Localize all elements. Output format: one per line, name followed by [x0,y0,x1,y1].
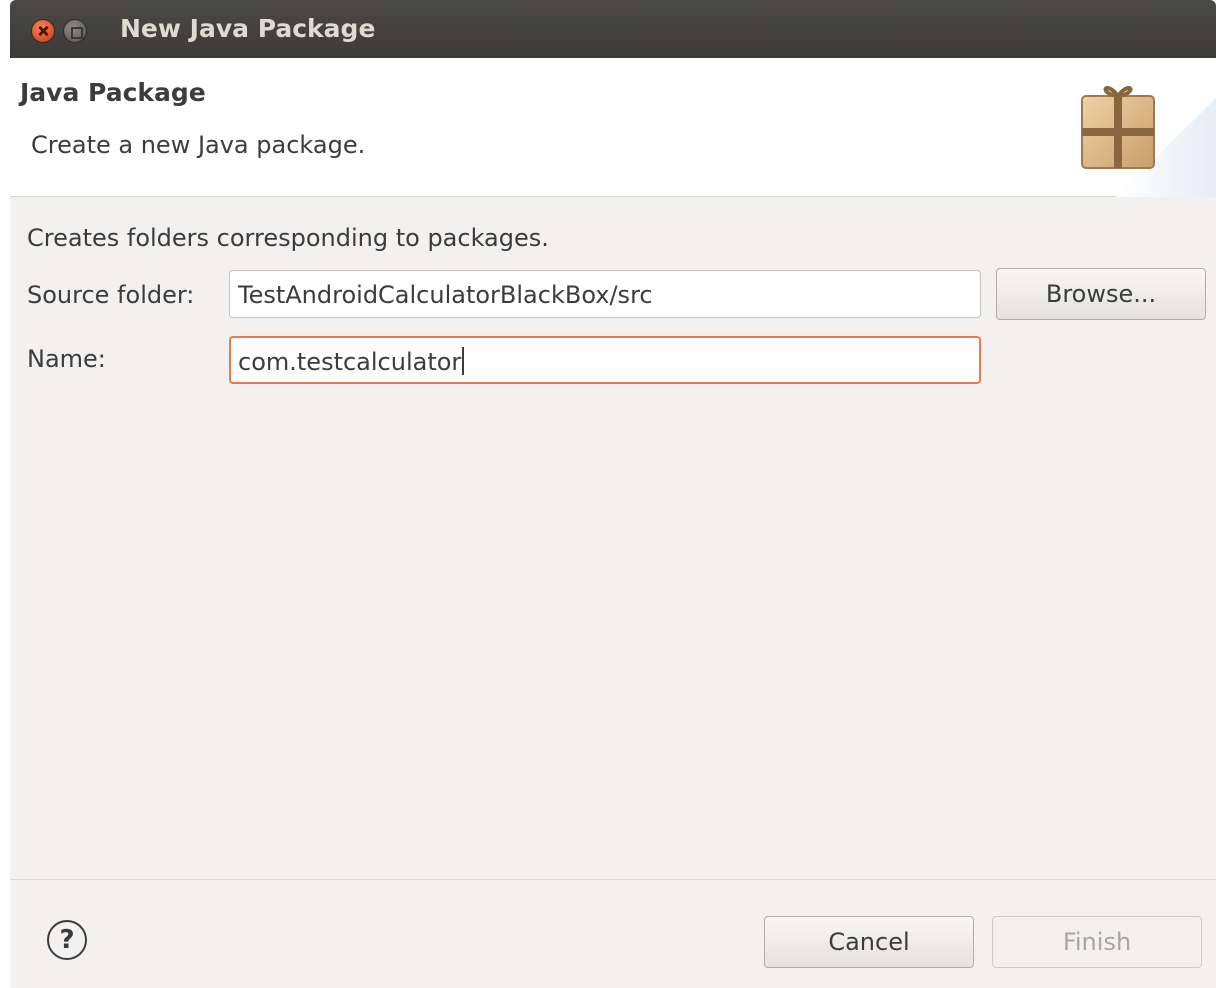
source-folder-value: TestAndroidCalculatorBlackBox/src [238,281,653,309]
title-bar: New Java Package [10,0,1216,58]
name-label: Name: [27,345,106,373]
help-icon[interactable]: ? [47,920,87,960]
cancel-button[interactable]: Cancel [764,916,974,968]
footer-separator [10,879,1216,880]
browse-button[interactable]: Browse... [996,268,1206,320]
intro-text: Creates folders corresponding to package… [27,224,549,252]
finish-button-label: Finish [1062,928,1132,956]
finish-button[interactable]: Finish [992,916,1202,968]
maximize-window-button[interactable] [63,19,87,43]
text-caret [462,347,465,375]
browse-button-label: Browse... [1045,280,1157,308]
close-window-button[interactable] [31,19,55,43]
banner-title: Java Package [20,78,206,107]
cancel-button-label: Cancel [828,928,910,956]
dialog-window: New Java Package Java Package Create a n… [10,0,1216,988]
source-folder-input[interactable]: TestAndroidCalculatorBlackBox/src [229,270,981,318]
package-name-value: com.testcalculator [238,348,462,376]
help-glyph: ? [59,925,75,955]
package-icon [1081,85,1216,197]
window-title: New Java Package [120,14,376,43]
banner-description: Create a new Java package. [31,131,366,159]
source-folder-label: Source folder: [27,281,195,309]
wizard-banner: Java Package Create a new Java package. [10,58,1216,197]
package-name-input[interactable]: com.testcalculator [229,336,981,384]
